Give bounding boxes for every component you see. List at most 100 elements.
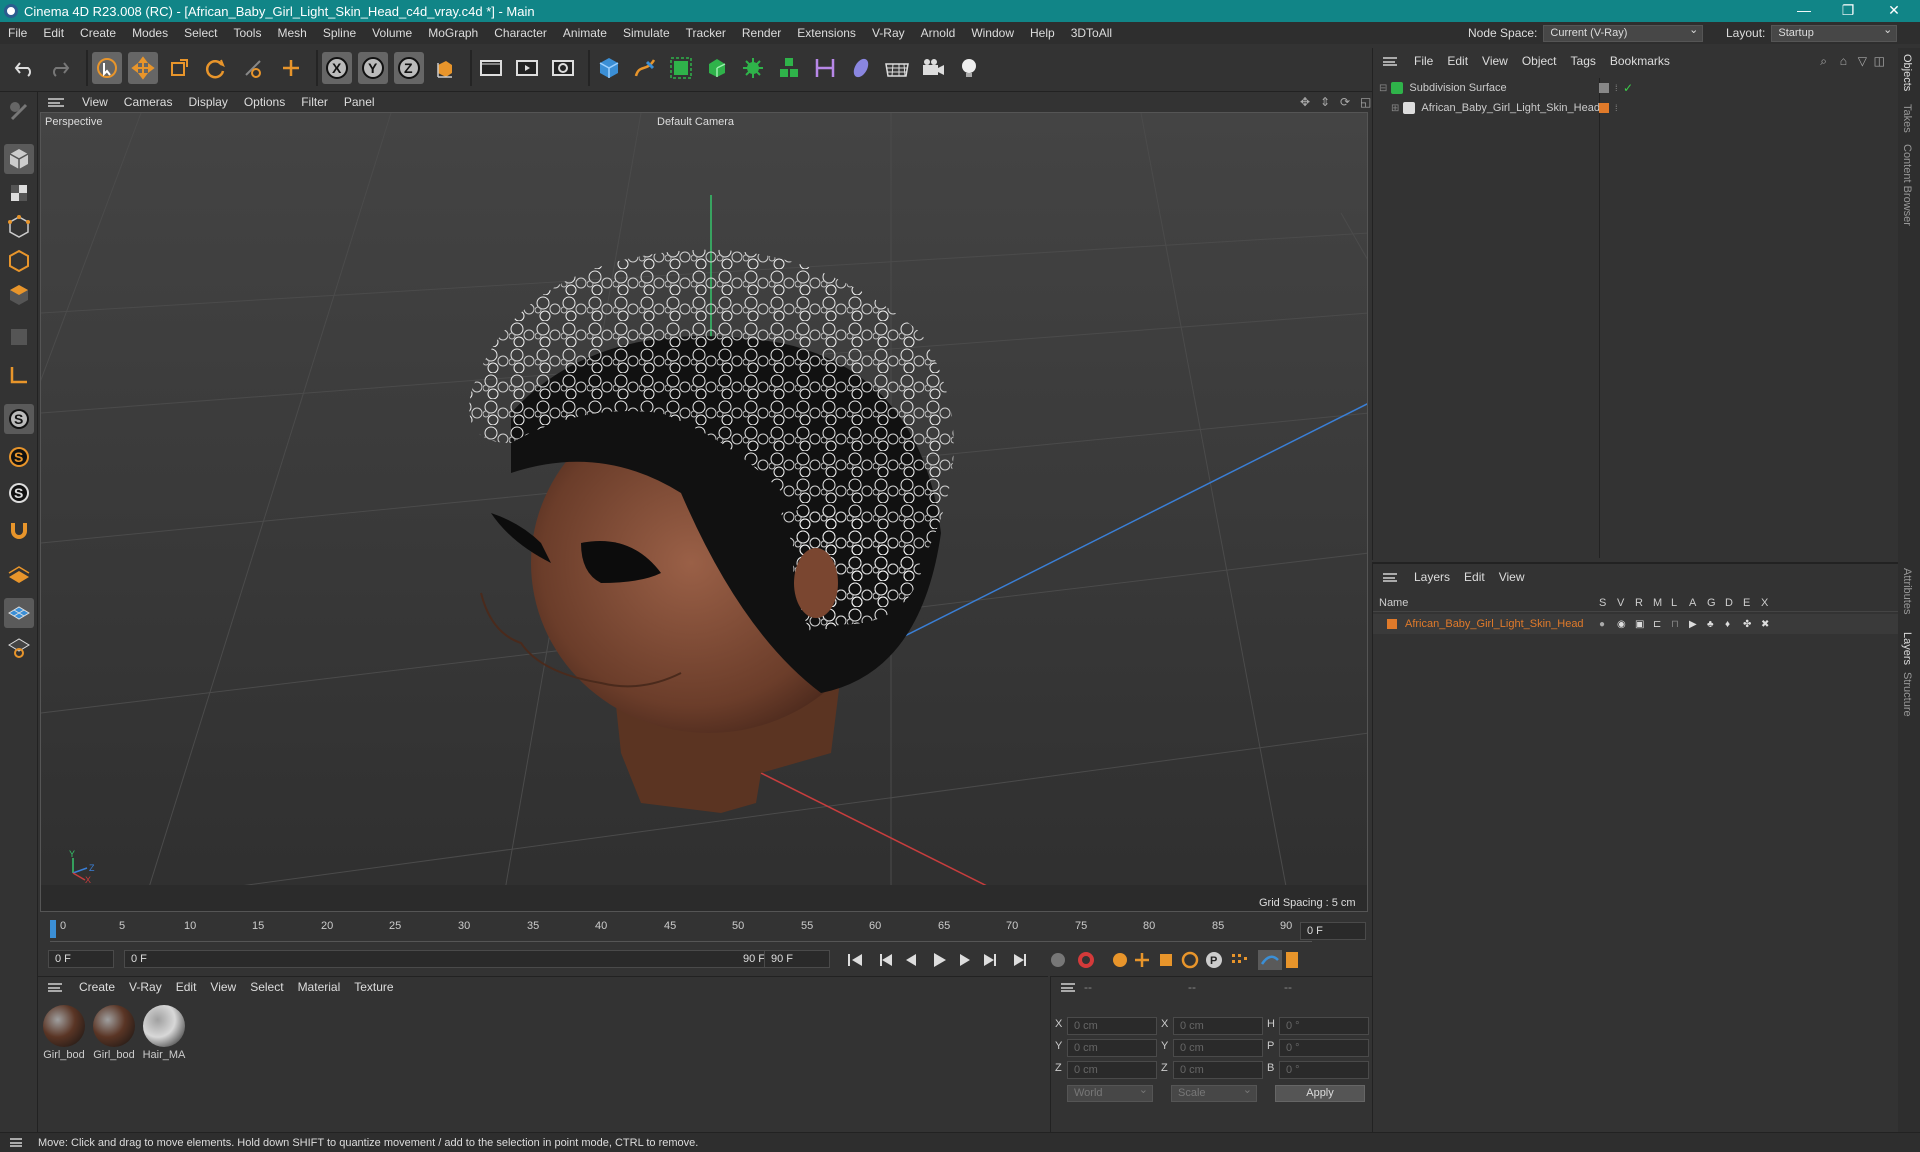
menu-arnold[interactable]: Arnold [913,26,964,40]
object-row-subdivision[interactable]: ⊟ Subdivision Surface ⁞ ✓ [1373,78,1899,558]
traffic-light-icon[interactable]: ⁞ [1615,83,1618,93]
layout-dropdown[interactable]: Startup [1771,23,1898,42]
tab-structure[interactable]: Structure [1901,672,1913,717]
position-y-field[interactable]: 0 cm [1067,1039,1157,1057]
object-row-head[interactable]: ⊞ African_Baby_Girl_Light_Skin_Head ⁞ [1373,98,1899,118]
tab-takes[interactable]: Takes [1901,104,1913,133]
layer-menu-view[interactable]: View [1492,570,1532,584]
obj-menu-file[interactable]: File [1407,54,1440,68]
rotation-b-field[interactable]: 0 ° [1279,1061,1369,1079]
viewport-menu-icon[interactable] [48,97,64,107]
coord-system-dropdown[interactable]: World [1067,1083,1153,1102]
status-menu-icon[interactable] [10,1138,22,1147]
menu-character[interactable]: Character [486,26,555,40]
rotation-p-field[interactable]: 0 ° [1279,1039,1369,1057]
layer-color-icon[interactable] [1599,103,1609,113]
menu-spline[interactable]: Spline [315,26,364,40]
rotation-h-field[interactable]: 0 ° [1279,1017,1369,1035]
material-item[interactable]: Hair_MA [142,1005,186,1061]
tab-layers[interactable]: Layers [1901,632,1913,665]
rotate-tool-icon[interactable] [200,52,230,84]
material-item[interactable]: Girl_bod [92,1005,136,1061]
solo-icon[interactable]: S [4,442,34,472]
size-z-field[interactable]: 0 cm [1173,1061,1263,1079]
menu-edit[interactable]: Edit [35,26,72,40]
collapse-icon[interactable]: ⊟ [1379,83,1387,94]
menu-select[interactable]: Select [176,26,225,40]
minimize-button[interactable]: — [1784,0,1824,22]
magnet-tool-icon[interactable] [4,516,34,546]
3d-viewport[interactable]: Perspective Default Camera Grid Spacing … [40,112,1368,912]
tab-content-browser[interactable]: Content Browser [1901,144,1913,226]
layer-row[interactable]: African_Baby_Girl_Light_Skin_Head ● ◉ ▣ … [1373,614,1899,634]
light-object-icon[interactable] [954,52,984,84]
render-to-picture-viewer-icon[interactable] [512,52,542,84]
coord-mode-dropdown[interactable]: Scale [1171,1083,1257,1102]
obj-menu-view[interactable]: View [1475,54,1515,68]
search-icon[interactable]: ⌕ [1813,54,1834,69]
layer-deformers-icon[interactable]: ♦ [1725,619,1730,630]
render-settings-icon[interactable] [548,52,578,84]
workplane-icon[interactable] [4,560,34,590]
expand-icon[interactable]: ⊞ [1391,103,1399,114]
menu-help[interactable]: Help [1022,26,1063,40]
redo-button[interactable] [44,52,74,84]
layer-render-icon[interactable]: ▣ [1635,619,1644,630]
timeline-ruler[interactable]: 0 5 10 15 20 25 30 35 40 45 50 55 60 65 … [38,912,1372,948]
menu-mesh[interactable]: Mesh [269,26,314,40]
material-item[interactable]: Girl_bod [42,1005,86,1061]
layer-name[interactable]: African_Baby_Girl_Light_Skin_Head [1405,618,1584,630]
floor-grid-icon[interactable] [882,52,912,84]
layer-generators-icon[interactable]: ♣ [1707,619,1714,630]
close-button[interactable]: ✕ [1874,0,1914,22]
mat-menu-create[interactable]: Create [72,980,122,994]
menu-extensions[interactable]: Extensions [789,26,864,40]
menu-tracker[interactable]: Tracker [678,26,734,40]
menu-create[interactable]: Create [72,26,124,40]
points-mode-icon[interactable] [4,212,34,242]
object-menu-icon[interactable] [1383,56,1397,66]
position-x-field[interactable]: 0 cm [1067,1017,1157,1035]
coords-menu-icon[interactable] [1061,982,1075,992]
obj-menu-object[interactable]: Object [1515,54,1564,68]
edit-visibility-icon[interactable] [1599,83,1609,93]
obj-menu-edit[interactable]: Edit [1440,54,1475,68]
layer-manager-icon[interactable]: ⊏ [1653,619,1661,630]
playhead[interactable] [50,920,56,938]
mat-menu-view[interactable]: View [203,980,243,994]
uv-mode-icon[interactable] [4,322,34,352]
mat-menu-select[interactable]: Select [243,980,290,994]
menu-mograph[interactable]: MoGraph [420,26,486,40]
menu-animate[interactable]: Animate [555,26,615,40]
model-mode-icon[interactable] [4,144,34,174]
layer-lock-icon[interactable]: ⊓ [1671,619,1679,630]
layer-color-swatch[interactable] [1387,619,1397,629]
viewport-camera-name[interactable]: Default Camera [657,116,734,128]
render-view-icon[interactable] [476,52,506,84]
mat-menu-vray[interactable]: V-Ray [122,980,169,994]
texture-mode-icon[interactable] [4,178,34,208]
menu-modes[interactable]: Modes [124,26,176,40]
solo-hierarchy-icon[interactable]: S [4,478,34,508]
layer-menu-edit[interactable]: Edit [1457,570,1492,584]
menu-render[interactable]: Render [734,26,789,40]
tab-objects[interactable]: Objects [1901,54,1913,91]
menu-volume[interactable]: Volume [364,26,420,40]
node-space-dropdown[interactable]: Current (V-Ray) [1543,23,1704,42]
new-window-icon[interactable]: ◫ [1867,54,1892,68]
scale-tool-icon[interactable] [164,52,194,84]
layer-animation-icon[interactable]: ▶ [1689,619,1697,630]
position-z-field[interactable]: 0 cm [1067,1061,1157,1079]
layer-solo-icon[interactable]: ● [1599,619,1605,630]
field-object-icon[interactable] [846,52,876,84]
mat-menu-edit[interactable]: Edit [169,980,204,994]
traffic-light-icon[interactable]: ⁞ [1615,103,1618,113]
cubes-array-icon[interactable] [774,52,804,84]
grid-plane-icon[interactable] [4,598,34,628]
end-frame-field[interactable]: 90 F [764,950,830,968]
maximize-button[interactable]: ❐ [1828,0,1868,22]
mograph-cloner-icon[interactable] [738,52,768,84]
layer-menu-layers[interactable]: Layers [1407,570,1457,584]
snap-icon[interactable]: S [4,404,34,434]
start-frame-field[interactable]: 0 F [48,950,114,968]
